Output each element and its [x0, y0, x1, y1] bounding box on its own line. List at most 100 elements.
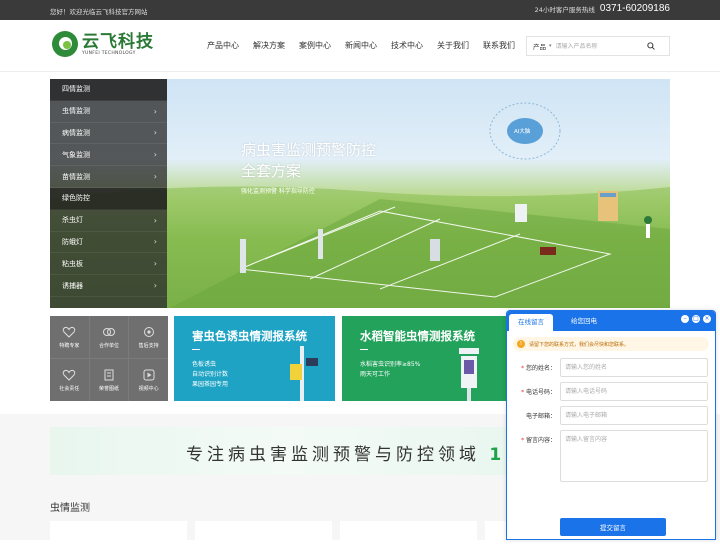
maximize-icon[interactable]: □ — [692, 315, 700, 323]
heart-icon — [63, 326, 76, 338]
message-label: * 留言内容： — [521, 437, 556, 444]
nav-solutions[interactable]: 解决方案 — [253, 40, 285, 51]
chevron-down-icon: ▾ — [549, 43, 552, 49]
tile-label: 荣誉图纸 — [98, 386, 119, 392]
promo-line: 自动识别计数 — [192, 371, 229, 378]
product-card[interactable] — [50, 521, 187, 551]
form-row-email: 电子邮箱： — [507, 406, 715, 425]
hotline-number[interactable]: 0371-60209186 — [600, 3, 670, 14]
name-label: * 您的姓名： — [521, 365, 556, 372]
main-nav: 产品中心 解决方案 案例中心 新闻中心 技术中心 关于我们 联系我们 — [200, 20, 522, 70]
minimize-icon[interactable]: – — [681, 315, 689, 323]
logo-text-cn: 云飞科技 — [82, 31, 154, 52]
chevron-right-icon: › — [153, 237, 157, 247]
top-bar: 您好！欢迎光临云飞科技官方网站 24小时客户服务热线 0371-60209186 — [0, 0, 720, 20]
handshake-icon — [102, 328, 115, 336]
nav-tech[interactable]: 技术中心 — [391, 40, 423, 51]
promo-line: 雨天可工作 — [360, 371, 391, 378]
site-logo[interactable]: 云飞科技 YUNFEI TECHNOLOGY — [52, 31, 154, 57]
email-input[interactable] — [560, 406, 708, 425]
site-header: 云飞科技 YUNFEI TECHNOLOGY 产品中心 解决方案 案例中心 新闻… — [0, 20, 720, 72]
tab-online-message[interactable]: 在线留言 — [509, 314, 553, 331]
sidebar-item-trap[interactable]: 诱捕器 › — [50, 275, 167, 297]
sidebar-item-moth-lamp[interactable]: 防蛾灯 › — [50, 232, 167, 254]
search-input[interactable] — [555, 42, 644, 50]
sidebar-item-weather[interactable]: 气象监测 › — [50, 144, 167, 167]
promo-divider — [360, 349, 368, 350]
promo-rice-system[interactable]: 水稻智能虫情测报系统 水稻害虫识别率≥85% 雨天可工作 — [342, 316, 507, 401]
phone-label-text: 电话号码： — [525, 389, 556, 396]
promo-divider — [192, 349, 200, 350]
gear-icon — [143, 327, 154, 337]
tile-video[interactable]: 视频中心 — [129, 359, 168, 401]
message-widget: 在线留言 给您回电 – □ × ! 请留下您的联系方式，我们会尽快和您联系。 *… — [506, 310, 716, 540]
chevron-right-icon: › — [153, 215, 157, 225]
cloud-ai-label: AI大脑 — [514, 129, 531, 135]
category-sidebar: 四情监测 虫情监测 › 病情监测 › 气象监测 › 苗情监测 › 绿色防控 杀虫灯 › 防… — [50, 79, 167, 308]
tile-label: 社会责任 — [59, 386, 80, 392]
name-input[interactable] — [560, 358, 708, 377]
sidebar-item-label: 防蛾灯 — [62, 237, 83, 246]
name-label-text: 您的姓名： — [525, 365, 556, 372]
info-icon: ! — [517, 340, 525, 348]
notice-bar: ! 请留下您的联系方式，我们会尽快和您联系。 — [513, 337, 709, 351]
tile-support[interactable]: 售后支持 — [129, 316, 168, 358]
product-card[interactable] — [340, 521, 477, 551]
sidebar-header-monitoring[interactable]: 四情监测 — [50, 79, 167, 101]
tile-honors[interactable]: 荣誉图纸 — [89, 359, 129, 401]
nav-contact[interactable]: 联系我们 — [483, 40, 515, 51]
close-icon[interactable]: × — [703, 315, 711, 323]
tile-experts[interactable]: 特聘专家 — [50, 316, 89, 358]
search-category-select[interactable]: 产品 ▾ — [527, 41, 556, 51]
form-row-phone: * 电话号码： — [507, 382, 715, 401]
sidebar-item-label: 粘虫板 — [62, 259, 83, 268]
chevron-right-icon: › — [153, 106, 157, 116]
search-icon[interactable] — [644, 39, 658, 53]
sidebar-item-label: 虫情监测 — [62, 107, 90, 116]
promo-line: 水稻害虫识别率≥85% — [360, 361, 421, 368]
section-title: 虫情监测 — [50, 503, 90, 514]
phone-input[interactable] — [560, 382, 708, 401]
hero-title-line1: 病虫害监测预警防控 — [241, 141, 377, 159]
sidebar-item-label: 病情监测 — [62, 128, 90, 137]
nav-cases[interactable]: 案例中心 — [299, 40, 331, 51]
chevron-right-icon: › — [153, 281, 157, 291]
sidebar-item-seedling[interactable]: 苗情监测 › — [50, 166, 167, 188]
form-row-name: * 您的姓名： — [507, 358, 715, 377]
tile-label: 视频中心 — [138, 386, 159, 392]
slogan-banner: 专注病虫害监测预警与防控领域 15 — [50, 427, 530, 475]
sidebar-item-disease[interactable]: 病情监测 › — [50, 123, 167, 145]
tile-partners[interactable]: 合作单位 — [89, 316, 129, 358]
nav-about[interactable]: 关于我们 — [437, 40, 469, 51]
sidebar-item-label: 气象监测 — [62, 150, 90, 159]
nav-products[interactable]: 产品中心 — [207, 40, 239, 51]
message-label-text: 留言内容： — [525, 437, 556, 444]
sidebar-item-insect[interactable]: 虫情监测 › — [50, 101, 167, 123]
sidebar-item-label: 诱捕器 — [62, 281, 83, 290]
tile-responsibility[interactable]: 社会责任 — [50, 359, 89, 401]
search-bar: 产品 ▾ — [526, 36, 670, 56]
promo-title: 害虫色诱虫情测报系统 — [192, 329, 307, 343]
hero-title-line2: 全套方案 — [241, 162, 302, 180]
sidebar-item-sticky-board[interactable]: 粘虫板 › — [50, 253, 167, 276]
sidebar-item-label: 苗情监测 — [62, 172, 90, 181]
hero-title: 病虫害监测预警防控 全套方案 — [241, 140, 376, 182]
notice-text: 请留下您的联系方式，我们会尽快和您联系。 — [529, 341, 630, 348]
message-textarea[interactable] — [560, 430, 708, 482]
hotline: 24小时客户服务热线 0371-60209186 — [535, 3, 670, 14]
sidebar-item-insect-lamp[interactable]: 杀虫灯 › — [50, 210, 167, 232]
chevron-right-icon: › — [153, 150, 157, 160]
message-widget-header: 在线留言 给您回电 – □ × — [507, 311, 715, 331]
document-icon — [104, 369, 114, 381]
sidebar-header-green-control[interactable]: 绿色防控 — [50, 187, 167, 210]
promo-color-trap-system[interactable]: 害虫色诱虫情测报系统 色板诱虫 自动识别计数 果园茶园专用 — [174, 316, 335, 401]
product-card[interactable] — [195, 521, 332, 551]
nav-news[interactable]: 新闻中心 — [345, 40, 377, 51]
device-illustration — [290, 346, 318, 401]
submit-message-button[interactable]: 提交留言 — [560, 518, 666, 536]
tile-label: 售后支持 — [138, 343, 159, 349]
tab-callback[interactable]: 给您回电 — [562, 311, 606, 331]
heart-outline-icon — [63, 369, 76, 381]
logo-mark-icon — [52, 31, 78, 57]
slogan-main: 专注病虫害监测预警与防控领域 — [186, 445, 480, 465]
